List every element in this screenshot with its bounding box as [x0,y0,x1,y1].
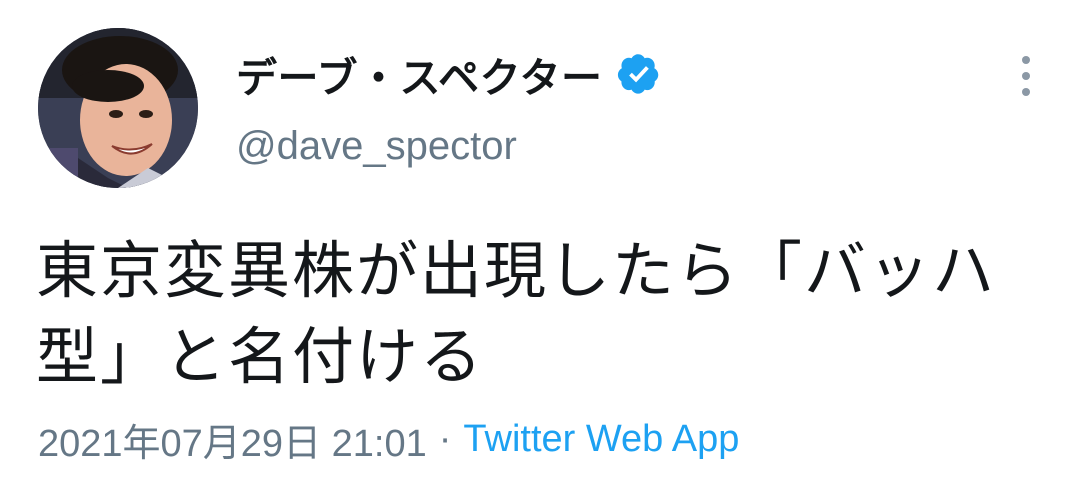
meta-separator: · [438,418,452,460]
more-dot [1022,72,1030,80]
more-dot [1022,88,1030,96]
avatar[interactable] [38,28,198,188]
more-vertical-icon[interactable] [1016,56,1036,96]
tweet-source-link[interactable]: Twitter Web App [463,418,739,461]
tweet-card: デーブ・スペクター @dave_spector 東京変異株が出現したら「バッハ型… [0,0,1080,487]
avatar-photo [38,28,198,188]
user-handle[interactable]: @dave_spector [236,124,517,169]
tweet-meta: 2021年07月29日 21:01 · Twitter Web App [38,412,739,467]
tweet-timestamp[interactable]: 2021年07月29日 21:01 [38,412,427,467]
more-dot [1022,56,1030,64]
author-name-row[interactable]: デーブ・スペクター [236,44,661,104]
tweet-text: 東京変異株が出現したら「バッハ型」と名付ける [36,234,997,393]
display-name[interactable]: デーブ・スペクター [236,44,603,104]
verified-badge-icon [617,52,661,96]
